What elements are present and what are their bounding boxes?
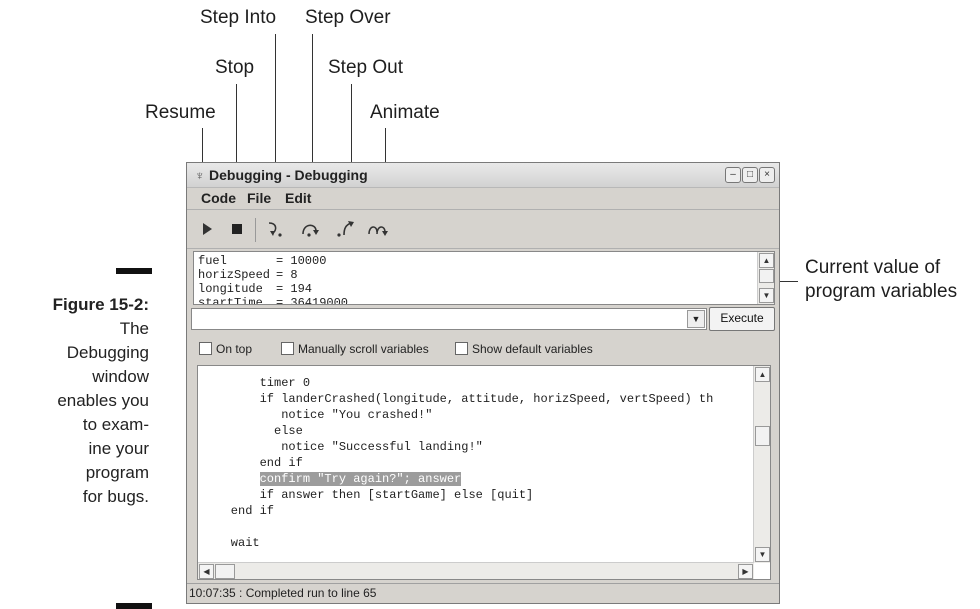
- maximize-icon[interactable]: □: [742, 167, 758, 183]
- code-line: end if: [202, 456, 303, 470]
- checkbox-icon[interactable]: [455, 342, 468, 355]
- command-input[interactable]: ▼: [191, 308, 707, 330]
- variable-name: fuel: [198, 254, 227, 268]
- menu-file[interactable]: File: [247, 190, 271, 206]
- scroll-down-icon[interactable]: ▼: [755, 547, 770, 562]
- code-horizontal-scrollbar[interactable]: ◀ ▶: [198, 562, 754, 579]
- execute-button[interactable]: Execute: [709, 307, 775, 331]
- callout-animate: Animate: [370, 102, 440, 123]
- code-line: else: [202, 424, 303, 438]
- variable-row: fuel = 10000: [198, 254, 326, 268]
- checkbox-label: Show default variables: [472, 342, 593, 356]
- code-vertical-scrollbar[interactable]: ▲ ▼: [753, 366, 770, 563]
- menu-bar: Code File Edit: [187, 188, 779, 208]
- minimize-icon[interactable]: –: [725, 167, 741, 183]
- code-line: if answer then [startGame] else [quit]: [202, 488, 534, 502]
- caption-line: The: [119, 319, 149, 338]
- callout-resume: Resume: [145, 102, 216, 123]
- callout-step-into: Step Into: [200, 7, 277, 28]
- scroll-up-icon[interactable]: ▲: [755, 367, 770, 382]
- close-icon[interactable]: ×: [759, 167, 775, 183]
- callout-step-over: Step Over: [305, 7, 391, 28]
- step-over-icon[interactable]: [300, 220, 320, 238]
- code-pane[interactable]: timer 0 if landerCrashed(longitude, atti…: [197, 365, 771, 580]
- toolbar-separator: [255, 218, 256, 242]
- caption-line: enables you: [57, 391, 149, 410]
- animate-icon[interactable]: [367, 220, 391, 238]
- callout-current-value-line2: program variables: [805, 281, 958, 302]
- resume-icon[interactable]: [197, 220, 217, 238]
- caption-line: window: [92, 367, 149, 386]
- checkbox-label: Manually scroll variables: [298, 342, 429, 356]
- callout-stop: Stop: [215, 57, 255, 78]
- variable-name: startTime: [198, 296, 263, 305]
- app-icon: ♆: [195, 168, 205, 183]
- variables-scrollbar[interactable]: ▲ ▼: [757, 252, 774, 304]
- code-line: notice "You crashed!": [202, 408, 433, 422]
- menu-edit[interactable]: Edit: [285, 190, 311, 206]
- chevron-down-icon[interactable]: ▼: [687, 310, 705, 328]
- figure-caption: Figure 15-2: The Debugging window enable…: [0, 293, 149, 509]
- window-title: Debugging - Debugging: [209, 167, 368, 183]
- variable-value: = 10000: [276, 254, 327, 268]
- scroll-right-icon[interactable]: ▶: [738, 564, 753, 579]
- checkbox-icon[interactable]: [199, 342, 212, 355]
- step-out-icon[interactable]: [336, 220, 356, 238]
- scroll-thumb[interactable]: [215, 564, 235, 579]
- caption-figure-number: Figure 15-2:: [52, 295, 149, 314]
- caption-line: to exam-: [82, 415, 149, 434]
- status-bar: 10:07:35 : Completed run to line 65: [187, 583, 779, 603]
- variable-value: = 8: [276, 268, 298, 282]
- code-line-highlighted: confirm "Try again?"; answer: [202, 472, 462, 486]
- variable-name: horizSpeed: [198, 268, 271, 282]
- callout-current-value-line1: Current value of: [805, 257, 941, 278]
- caption-bottom-rule: [116, 603, 152, 609]
- code-line: timer 0: [202, 376, 311, 390]
- debugging-window: ♆ Debugging - Debugging – □ × Code File …: [186, 162, 780, 604]
- caption-line: Debugging: [66, 343, 149, 362]
- menu-code[interactable]: Code: [201, 190, 236, 206]
- checkbox-label: On top: [216, 342, 253, 356]
- stop-icon[interactable]: [227, 220, 247, 238]
- code-line: if landerCrashed(longitude, attitude, ho…: [202, 392, 714, 406]
- scroll-down-icon[interactable]: ▼: [759, 288, 774, 303]
- variable-value: = 194: [276, 282, 313, 296]
- code-line: end if: [202, 504, 275, 518]
- caption-line: program: [85, 463, 149, 482]
- step-into-icon[interactable]: [265, 220, 285, 238]
- callout-step-out: Step Out: [328, 57, 403, 78]
- scroll-left-icon[interactable]: ◀: [199, 564, 214, 579]
- variable-row: horizSpeed = 8: [198, 268, 298, 282]
- debug-toolbar: [187, 209, 779, 249]
- checkbox-manually-scroll[interactable]: Manually scroll variables: [281, 342, 429, 356]
- caption-line: ine your: [88, 439, 149, 458]
- variable-row: startTime = 36419000: [198, 296, 349, 305]
- caption-top-rule: [116, 268, 152, 274]
- variable-row: longitude = 194: [198, 282, 312, 296]
- variable-name: longitude: [198, 282, 263, 296]
- code-line: notice "Successful landing!": [202, 440, 483, 454]
- checkbox-show-default[interactable]: Show default variables: [455, 342, 593, 356]
- caption-line: for bugs.: [82, 487, 149, 506]
- title-bar[interactable]: ♆ Debugging - Debugging – □ ×: [187, 163, 779, 188]
- scroll-thumb[interactable]: [759, 269, 774, 283]
- variable-value: = 36419000: [276, 296, 349, 305]
- variables-pane[interactable]: fuel = 10000 horizSpeed = 8 longitude = 194…: [193, 251, 775, 305]
- code-line: wait: [202, 536, 260, 550]
- scroll-up-icon[interactable]: ▲: [759, 253, 774, 268]
- scroll-thumb[interactable]: [755, 426, 770, 446]
- checkbox-on-top[interactable]: On top: [199, 342, 252, 356]
- checkbox-icon[interactable]: [281, 342, 294, 355]
- current-line-highlight: confirm "Try again?"; answer: [259, 472, 462, 486]
